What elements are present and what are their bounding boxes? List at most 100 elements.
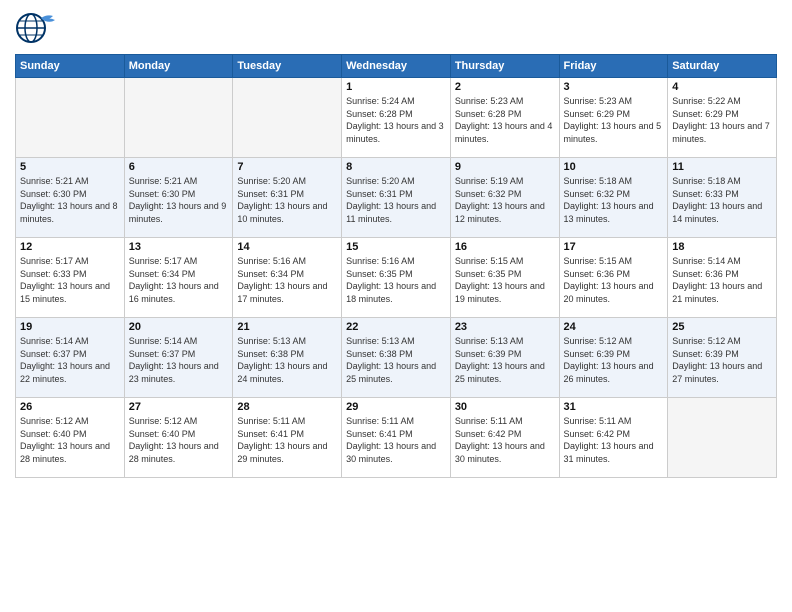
day-info: Sunrise: 5:13 AMSunset: 6:39 PMDaylight:…: [455, 335, 555, 385]
day-number: 25: [672, 321, 772, 333]
day-number: 14: [237, 241, 337, 253]
day-number: 12: [20, 241, 120, 253]
calendar-cell: [16, 78, 125, 158]
day-info: Sunrise: 5:13 AMSunset: 6:38 PMDaylight:…: [237, 335, 337, 385]
calendar-header-row: SundayMondayTuesdayWednesdayThursdayFrid…: [16, 55, 777, 78]
day-info: Sunrise: 5:17 AMSunset: 6:34 PMDaylight:…: [129, 255, 229, 305]
calendar-cell: 25 Sunrise: 5:12 AMSunset: 6:39 PMDayligh…: [668, 318, 777, 398]
calendar-week-row: 12 Sunrise: 5:17 AMSunset: 6:33 PMDayligh…: [16, 238, 777, 318]
weekday-header: Tuesday: [233, 55, 342, 78]
day-number: 18: [672, 241, 772, 253]
day-number: 5: [20, 161, 120, 173]
weekday-header: Wednesday: [342, 55, 451, 78]
weekday-header: Monday: [124, 55, 233, 78]
day-info: Sunrise: 5:15 AMSunset: 6:35 PMDaylight:…: [455, 255, 555, 305]
calendar-cell: 28 Sunrise: 5:11 AMSunset: 6:41 PMDayligh…: [233, 398, 342, 478]
calendar-cell: 2 Sunrise: 5:23 AMSunset: 6:28 PMDaylight…: [450, 78, 559, 158]
day-info: Sunrise: 5:11 AMSunset: 6:42 PMDaylight:…: [564, 415, 664, 465]
calendar-cell: 1 Sunrise: 5:24 AMSunset: 6:28 PMDaylight…: [342, 78, 451, 158]
day-info: Sunrise: 5:14 AMSunset: 6:37 PMDaylight:…: [20, 335, 120, 385]
calendar-cell: 27Sunrise: 5:12 AMSunset: 6:40 PMDayligh…: [124, 398, 233, 478]
calendar-cell: 15 Sunrise: 5:16 AMSunset: 6:35 PMDayligh…: [342, 238, 451, 318]
day-number: 24: [564, 321, 664, 333]
weekday-header: Sunday: [16, 55, 125, 78]
calendar-cell: 9Sunrise: 5:19 AMSunset: 6:32 PMDaylight…: [450, 158, 559, 238]
day-number: 7: [237, 161, 337, 173]
calendar-table: SundayMondayTuesdayWednesdayThursdayFrid…: [15, 54, 777, 478]
day-info: Sunrise: 5:14 AMSunset: 6:37 PMDaylight:…: [129, 335, 229, 385]
calendar-cell: 29 Sunrise: 5:11 AMSunset: 6:41 PMDayligh…: [342, 398, 451, 478]
day-info: Sunrise: 5:16 AMSunset: 6:35 PMDaylight:…: [346, 255, 446, 305]
calendar-cell: 17Sunrise: 5:15 AMSunset: 6:36 PMDayligh…: [559, 238, 668, 318]
day-info: Sunrise: 5:19 AMSunset: 6:32 PMDaylight:…: [455, 175, 555, 225]
calendar-cell: 19 Sunrise: 5:14 AMSunset: 6:37 PMDayligh…: [16, 318, 125, 398]
day-info: Sunrise: 5:23 AMSunset: 6:28 PMDaylight:…: [455, 95, 555, 145]
day-info: Sunrise: 5:11 AMSunset: 6:41 PMDaylight:…: [346, 415, 446, 465]
day-info: Sunrise: 5:11 AMSunset: 6:41 PMDaylight:…: [237, 415, 337, 465]
calendar-cell: 8Sunrise: 5:20 AMSunset: 6:31 PMDaylight…: [342, 158, 451, 238]
day-number: 26: [20, 401, 120, 413]
day-number: 10: [564, 161, 664, 173]
calendar-cell: 7 Sunrise: 5:20 AMSunset: 6:31 PMDaylight…: [233, 158, 342, 238]
day-info: Sunrise: 5:23 AMSunset: 6:29 PMDaylight:…: [564, 95, 664, 145]
day-info: Sunrise: 5:18 AMSunset: 6:32 PMDaylight:…: [564, 175, 664, 225]
page-header: [15, 10, 777, 46]
calendar-week-row: 26 Sunrise: 5:12 AMSunset: 6:40 PMDayligh…: [16, 398, 777, 478]
day-info: Sunrise: 5:21 AMSunset: 6:30 PMDaylight:…: [20, 175, 120, 225]
day-number: 3: [564, 81, 664, 93]
day-number: 11: [672, 161, 772, 173]
day-info: Sunrise: 5:20 AMSunset: 6:31 PMDaylight:…: [237, 175, 337, 225]
day-number: 30: [455, 401, 555, 413]
day-info: Sunrise: 5:11 AMSunset: 6:42 PMDaylight:…: [455, 415, 555, 465]
calendar-cell: 18 Sunrise: 5:14 AMSunset: 6:36 PMDayligh…: [668, 238, 777, 318]
calendar-cell: 23 Sunrise: 5:13 AMSunset: 6:39 PMDayligh…: [450, 318, 559, 398]
calendar-cell: 21 Sunrise: 5:13 AMSunset: 6:38 PMDayligh…: [233, 318, 342, 398]
day-number: 21: [237, 321, 337, 333]
day-info: Sunrise: 5:13 AMSunset: 6:38 PMDaylight:…: [346, 335, 446, 385]
day-number: 4: [672, 81, 772, 93]
day-number: 28: [237, 401, 337, 413]
day-info: Sunrise: 5:14 AMSunset: 6:36 PMDaylight:…: [672, 255, 772, 305]
calendar-cell: 10 Sunrise: 5:18 AMSunset: 6:32 PMDayligh…: [559, 158, 668, 238]
day-number: 13: [129, 241, 229, 253]
calendar-cell: 11 Sunrise: 5:18 AMSunset: 6:33 PMDayligh…: [668, 158, 777, 238]
day-number: 15: [346, 241, 446, 253]
day-number: 20: [129, 321, 229, 333]
day-info: Sunrise: 5:21 AMSunset: 6:30 PMDaylight:…: [129, 175, 229, 225]
day-number: 16: [455, 241, 555, 253]
calendar-cell: 31 Sunrise: 5:11 AMSunset: 6:42 PMDayligh…: [559, 398, 668, 478]
day-info: Sunrise: 5:12 AMSunset: 6:40 PMDaylight:…: [20, 415, 120, 465]
calendar-cell: 24Sunrise: 5:12 AMSunset: 6:39 PMDayligh…: [559, 318, 668, 398]
day-number: 29: [346, 401, 446, 413]
calendar-cell: [233, 78, 342, 158]
calendar-cell: 14 Sunrise: 5:16 AMSunset: 6:34 PMDayligh…: [233, 238, 342, 318]
calendar-cell: [124, 78, 233, 158]
calendar-cell: 16 Sunrise: 5:15 AMSunset: 6:35 PMDayligh…: [450, 238, 559, 318]
day-number: 31: [564, 401, 664, 413]
day-info: Sunrise: 5:12 AMSunset: 6:39 PMDaylight:…: [672, 335, 772, 385]
calendar-cell: 3 Sunrise: 5:23 AMSunset: 6:29 PMDaylight…: [559, 78, 668, 158]
day-info: Sunrise: 5:17 AMSunset: 6:33 PMDaylight:…: [20, 255, 120, 305]
calendar-cell: 26 Sunrise: 5:12 AMSunset: 6:40 PMDayligh…: [16, 398, 125, 478]
day-number: 1: [346, 81, 446, 93]
day-number: 19: [20, 321, 120, 333]
day-info: Sunrise: 5:18 AMSunset: 6:33 PMDaylight:…: [672, 175, 772, 225]
calendar-page: SundayMondayTuesdayWednesdayThursdayFrid…: [0, 0, 792, 612]
weekday-header: Thursday: [450, 55, 559, 78]
weekday-header: Friday: [559, 55, 668, 78]
calendar-cell: 4Sunrise: 5:22 AMSunset: 6:29 PMDaylight…: [668, 78, 777, 158]
day-number: 2: [455, 81, 555, 93]
day-info: Sunrise: 5:16 AMSunset: 6:34 PMDaylight:…: [237, 255, 337, 305]
calendar-cell: 6 Sunrise: 5:21 AMSunset: 6:30 PMDaylight…: [124, 158, 233, 238]
day-number: 22: [346, 321, 446, 333]
weekday-header: Saturday: [668, 55, 777, 78]
calendar-cell: 22 Sunrise: 5:13 AMSunset: 6:38 PMDayligh…: [342, 318, 451, 398]
day-info: Sunrise: 5:12 AMSunset: 6:40 PMDaylight:…: [129, 415, 229, 465]
calendar-week-row: 1 Sunrise: 5:24 AMSunset: 6:28 PMDaylight…: [16, 78, 777, 158]
day-number: 6: [129, 161, 229, 173]
day-info: Sunrise: 5:24 AMSunset: 6:28 PMDaylight:…: [346, 95, 446, 145]
calendar-cell: 30 Sunrise: 5:11 AMSunset: 6:42 PMDayligh…: [450, 398, 559, 478]
calendar-cell: 5 Sunrise: 5:21 AMSunset: 6:30 PMDaylight…: [16, 158, 125, 238]
logo: [15, 10, 59, 46]
day-number: 23: [455, 321, 555, 333]
